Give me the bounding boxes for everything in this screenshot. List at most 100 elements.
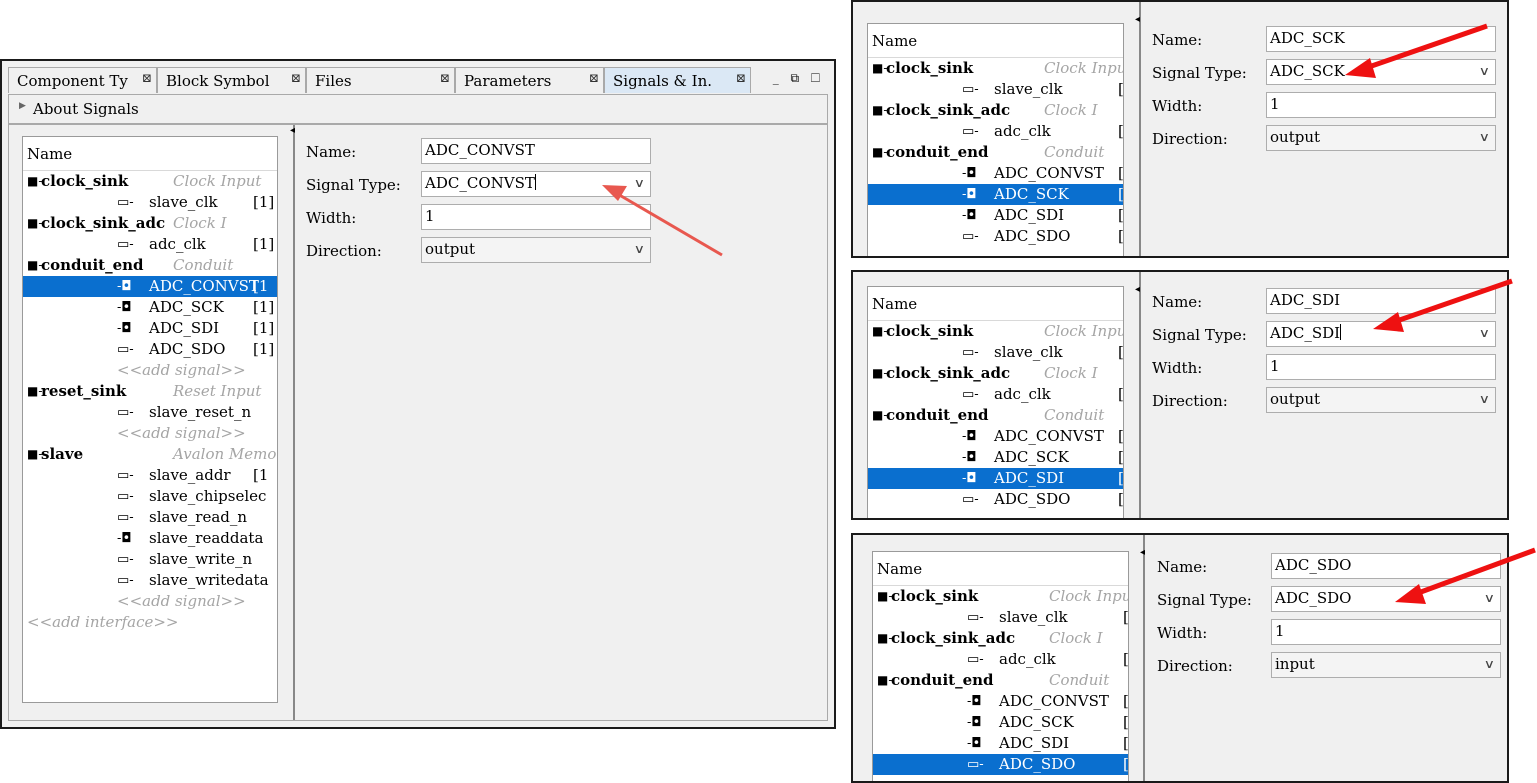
direction-select[interactable]: output ∨	[421, 237, 651, 263]
tree-interface-row[interactable]: ■- conduit_end Conduit	[868, 142, 1123, 163]
tree-signal-row[interactable]: ▭- adc_clk [1]	[23, 234, 277, 255]
tree-signal-row[interactable]: -◘ ADC_SCK [1]	[873, 712, 1128, 733]
tab-parameters[interactable]: Parameters ⊠	[455, 67, 604, 93]
direction-select[interactable]: input ∨	[1271, 652, 1501, 678]
signal-type-select[interactable]: ADC_CONVST ∨	[421, 171, 651, 197]
tree-signal-row[interactable]: ▭- slave_writedata	[23, 570, 277, 591]
add-signal-row[interactable]: <<add signal>>	[23, 423, 277, 444]
tree-signal-row[interactable]: ▭- adc_clk [1]	[873, 649, 1128, 670]
chevron-down-icon[interactable]: ∨	[1479, 326, 1490, 340]
split-divider[interactable]	[1139, 2, 1141, 256]
tree-column-header[interactable]: Name	[868, 287, 1123, 321]
tree-signal-row[interactable]: -◘ ADC_SDI [1]	[868, 205, 1123, 226]
tree-signal-row[interactable]: ▭- ADC_SDO [1]	[23, 339, 277, 360]
tree-column-header[interactable]: Name	[23, 137, 277, 171]
tab-component-type[interactable]: Component Ty ⊠	[8, 67, 157, 93]
chevron-down-icon[interactable]: ∨	[634, 176, 645, 190]
signal-tree[interactable]: Name ■- clock_sink Clock Input ▭- slave_clk[…	[872, 551, 1129, 781]
direction-select[interactable]: output ∨	[1266, 125, 1496, 151]
tree-signal-row[interactable]: ▭- adc_clk [1]	[868, 121, 1123, 142]
direction-select[interactable]: output ∨	[1266, 387, 1496, 413]
tree-signal-row[interactable]: -◘ ADC_SCK [1]	[868, 184, 1123, 205]
tab-signals-interfaces[interactable]: Signals & In. ⊠	[604, 67, 751, 93]
add-signal-row[interactable]: <<add signal>>	[23, 360, 277, 381]
tree-interface-row[interactable]: ■- clock_sink Clock Input	[23, 171, 277, 192]
tree-signal-row[interactable]: ▭- slave_clk [1]	[873, 607, 1128, 628]
tree-column-header[interactable]: Name	[873, 552, 1128, 586]
tree-signal-row[interactable]: ▭- adc_clk [1]	[868, 384, 1123, 405]
tree-signal-row[interactable]: -◘ ADC_SCK [1]	[23, 297, 277, 318]
close-icon[interactable]: ⊠	[291, 71, 301, 85]
split-divider[interactable]	[1139, 272, 1141, 518]
chevron-down-icon[interactable]: ∨	[634, 242, 645, 256]
signal-type-select[interactable]: ADC_SDO ∨	[1271, 586, 1501, 612]
width-field[interactable]: 1	[1266, 354, 1496, 380]
width-field[interactable]: 1	[421, 204, 651, 230]
about-signals-section[interactable]: ▶ About Signals	[8, 94, 828, 124]
tab-files[interactable]: Files ⊠	[306, 67, 455, 93]
tree-signal-row[interactable]: -◘ ADC_SDI [1]	[873, 733, 1128, 754]
tree-signal-row[interactable]: ▭- slave_clk [1]	[868, 342, 1123, 363]
close-icon[interactable]: ⊠	[142, 71, 152, 85]
signal-tree[interactable]: Name ■- clock_sink Clock Input ▭- slave_clk[…	[867, 286, 1124, 518]
tree-signal-row[interactable]: ▭- slave_clk [1]	[868, 79, 1123, 100]
tree-interface-row[interactable]: ■- reset_sink Reset Input	[23, 381, 277, 402]
signal-type-select[interactable]: ADC_SCK ∨	[1266, 59, 1496, 85]
tree-signal-row[interactable]: -◘ADC_CONVST[1	[868, 163, 1123, 184]
tree-interface-row[interactable]: ■- clock_sink_adc Clock I	[873, 628, 1128, 649]
tree-interface-row[interactable]: ■- clock_sink_adc Clock I	[868, 100, 1123, 121]
tree-interface-row[interactable]: ■- clock_sink_adc Clock I	[23, 213, 277, 234]
tree-signal-row[interactable]: -◘ADC_CONVST[1	[873, 691, 1128, 712]
tab-block-symbol[interactable]: Block Symbol ⊠	[157, 67, 306, 93]
split-divider[interactable]	[1143, 535, 1145, 781]
add-interface-row[interactable]: <<add interface>>	[23, 612, 277, 633]
chevron-down-icon[interactable]: ∨	[1479, 130, 1490, 144]
tree-signal-row[interactable]: -◘ ADC_SDI [1]	[23, 318, 277, 339]
tree-signal-row[interactable]: ▭- ADC_SDO [1]	[868, 489, 1123, 510]
tree-signal-row[interactable]: ▭- ADC_SDO [1]	[868, 226, 1123, 247]
tree-signal-row[interactable]: ▭- ADC_SDO [1]	[873, 754, 1128, 775]
signal-tree[interactable]: Name ■- clock_sink Clock Input ▭- slave_clk[…	[867, 23, 1124, 256]
name-field[interactable]: ADC_SDI	[1266, 288, 1496, 314]
chevron-down-icon[interactable]: ∨	[1484, 657, 1495, 671]
tree-signal-row[interactable]: -◘ ADC_SDI [1]	[868, 468, 1123, 489]
signal-type-select[interactable]: ADC_SDI ∨	[1266, 321, 1496, 347]
tree-signal-row[interactable]: ▭- slave_chipselec	[23, 486, 277, 507]
tree-signal-row[interactable]: -◘ADC_CONVST[1	[868, 426, 1123, 447]
tree-signal-row[interactable]: -◘ ADC_SCK [1]	[868, 447, 1123, 468]
chevron-down-icon[interactable]: ∨	[1484, 591, 1495, 605]
chevron-down-icon[interactable]: ∨	[1479, 392, 1490, 406]
close-icon[interactable]: ⊠	[589, 71, 599, 85]
tree-interface-row[interactable]: ■- clock_sink Clock Input	[868, 58, 1123, 79]
tree-interface-row[interactable]: ■- conduit_end Conduit	[23, 255, 277, 276]
tree-signal-row[interactable]: ▭- slave_addr [1	[23, 465, 277, 486]
tree-interface-row[interactable]: ■- conduit_end Conduit	[868, 405, 1123, 426]
width-field[interactable]: 1	[1271, 619, 1501, 645]
tree-signal-row[interactable]: ▭- slave_reset_n	[23, 402, 277, 423]
tree-interface-row[interactable]: ■- conduit_end Conduit	[873, 670, 1128, 691]
add-signal-row[interactable]: <<add signal>>	[23, 591, 277, 612]
close-icon[interactable]: ⊠	[736, 71, 746, 85]
name-label: Name:	[1157, 558, 1208, 576]
signal-tree[interactable]: Name ■- clock_sink Clock Input ▭- slave_clk[…	[22, 136, 278, 703]
chevron-down-icon[interactable]: ∨	[1479, 64, 1490, 78]
name-field[interactable]: ADC_SCK	[1266, 26, 1496, 52]
tree-interface-row[interactable]: ■- clock_sink Clock Input	[873, 586, 1128, 607]
window-controls[interactable]: _ ⧉ ☐	[773, 71, 824, 86]
tree-interface-row[interactable]: ■-slaveAvalon Memory Map	[23, 444, 277, 465]
output-pin-icon: ▭-	[962, 345, 979, 360]
tree-signal-row[interactable]: ▭- slave_write_n	[23, 549, 277, 570]
width-field[interactable]: 1	[1266, 92, 1496, 118]
tree-signal-row[interactable]: ▭- slave_clk [1]	[23, 192, 277, 213]
name-field[interactable]: ADC_SDO	[1271, 553, 1501, 579]
split-divider[interactable]	[293, 125, 295, 720]
tree-signal-row[interactable]: ▭- slave_read_n	[23, 507, 277, 528]
expand-triangle-icon[interactable]: ▶	[19, 101, 26, 111]
tree-signal-row[interactable]: -◘ADC_CONVST[1	[23, 276, 277, 297]
tree-column-header[interactable]: Name	[868, 24, 1123, 58]
tree-interface-row[interactable]: ■- clock_sink_adc Clock I	[868, 363, 1123, 384]
close-icon[interactable]: ⊠	[440, 71, 450, 85]
tree-signal-row[interactable]: -◘ slave_readdata	[23, 528, 277, 549]
name-field[interactable]: ADC_CONVST	[421, 138, 651, 164]
tree-interface-row[interactable]: ■- clock_sink Clock Input	[868, 321, 1123, 342]
